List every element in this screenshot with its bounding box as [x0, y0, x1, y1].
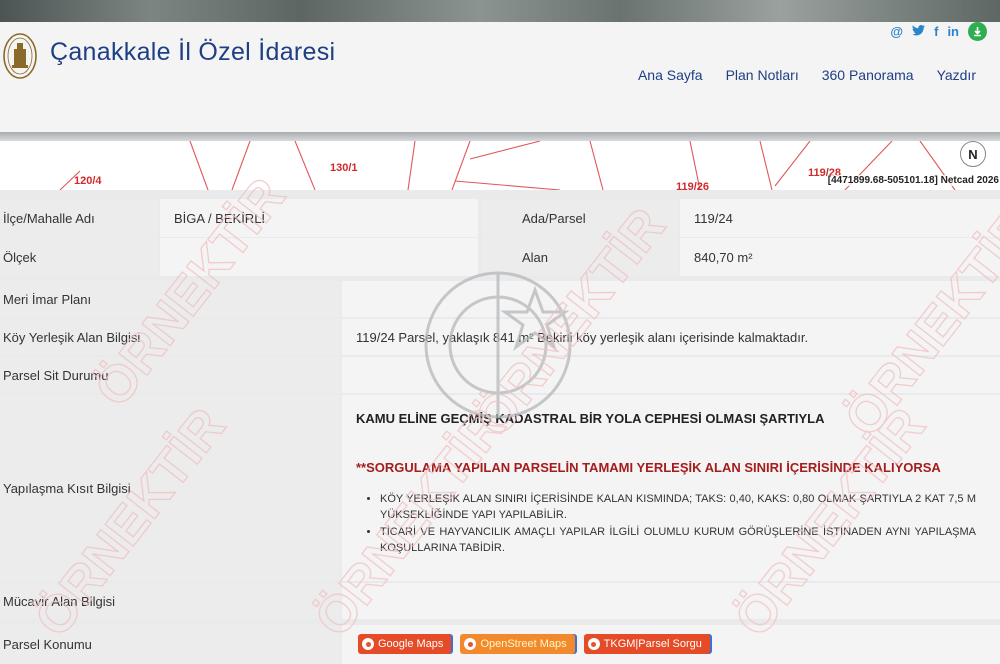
parcel-label: 130/1	[330, 162, 358, 174]
sit-durumu-label: Parsel Sit Durumu	[0, 357, 340, 393]
meri-imar-value	[342, 281, 1000, 317]
meri-imar-label: Meri İmar Planı	[0, 281, 340, 317]
parcel-label: 119/26	[676, 181, 710, 190]
map-pin-icon	[362, 638, 374, 650]
alan-value: 840,70 m²	[680, 238, 1000, 276]
header-photo-strip	[0, 0, 1000, 22]
sit-durumu-value	[342, 357, 1000, 393]
parcel-label: 120/4	[74, 175, 102, 187]
list-item: TİCARİ VE HAYVANCILIK AMAÇLI YAPILAR İLG…	[380, 524, 976, 556]
ada-parsel-label: Ada/Parsel	[482, 199, 678, 237]
openstreet-maps-button[interactable]: OpenStreet Maps	[460, 634, 575, 654]
nav-360-panorama[interactable]: 360 Panorama	[822, 67, 914, 83]
tkgm-parsel-sorgu-button[interactable]: TKGM|Parsel Sorgu	[583, 634, 710, 654]
olcek-value	[160, 238, 478, 276]
nav-home[interactable]: Ana Sayfa	[638, 67, 703, 83]
olcek-label: Ölçek	[0, 238, 158, 276]
twitter-icon[interactable]	[912, 24, 926, 40]
button-label: Google Maps	[378, 638, 444, 650]
ilce-label: İlçe/Mahalle Adı	[0, 199, 158, 237]
download-icon[interactable]	[968, 22, 987, 41]
mucavir-label: Mücavir Alan Bilgisi	[0, 583, 340, 619]
koy-yerlesik-label: Köy Yerleşik Alan Bilgisi	[0, 319, 340, 355]
location-buttons: Google Maps OpenStreet Maps TKGM|Parsel …	[358, 634, 710, 654]
yapilasma-kisit-value: KAMU ELİNE GEÇMİŞ KADASTRAL BİR YOLA CEP…	[342, 395, 1000, 581]
linkedin-icon[interactable]: in	[947, 24, 959, 40]
koy-yerlesik-value: 119/24 Parsel, yaklaşık 841 m² Bekirli k…	[342, 319, 1000, 355]
parsel-konum-label: Parsel Konumu	[0, 625, 340, 664]
kisit-list: KÖY YERLEŞİK ALAN SINIRI İÇERİSİNDE KALA…	[356, 491, 976, 556]
google-maps-button[interactable]: Google Maps	[358, 634, 452, 654]
ilce-value: BİGA / BEKİRLİ	[160, 199, 478, 237]
alan-label: Alan	[482, 238, 678, 276]
ada-parsel-value: 119/24	[680, 199, 1000, 237]
kisit-warning: **SORGULAMA YAPILAN PARSELİN TAMAMI YERL…	[356, 460, 941, 475]
email-icon[interactable]: @	[890, 24, 903, 40]
site-title[interactable]: Çanakkale İl Özel İdaresi	[50, 38, 335, 67]
map-pin-icon	[464, 638, 477, 650]
button-label: OpenStreet Maps	[480, 638, 567, 650]
yapilasma-kisit-label: Yapılaşma Kısıt Bilgisi	[0, 395, 340, 581]
seal-logo	[3, 33, 37, 79]
map-coordinates: [4471899.68-505101.18] Netcad 2026	[826, 175, 1000, 186]
kisit-heading: KAMU ELİNE GEÇMİŞ KADASTRAL BİR YOLA CEP…	[356, 411, 825, 426]
mucavir-value	[342, 583, 1000, 619]
list-item: KÖY YERLEŞİK ALAN SINIRI İÇERİSİNDE KALA…	[380, 491, 976, 523]
social-links: @ f in	[890, 22, 987, 41]
parcel-map[interactable]: 120/4 130/1 119/26 119/28 [4471899.68-50…	[0, 141, 1000, 190]
nav-print[interactable]: Yazdır	[937, 67, 976, 83]
facebook-icon[interactable]: f	[934, 24, 938, 40]
nav-plan-notes[interactable]: Plan Notları	[726, 67, 799, 83]
map-pin-icon	[587, 638, 600, 650]
header-shadow	[0, 132, 1000, 141]
button-label: TKGM|Parsel Sorgu	[603, 638, 702, 650]
main-nav: Ana Sayfa Plan Notları 360 Panorama Yazd…	[638, 67, 976, 83]
north-arrow-icon: N	[960, 141, 986, 167]
